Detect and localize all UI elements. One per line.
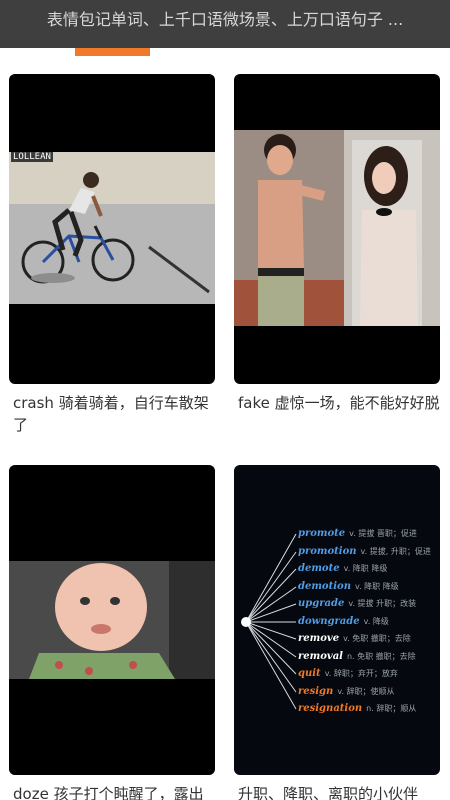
card-caption[interactable]: 升职、降职、离职的小伙伴 — [238, 783, 442, 800]
mindmap-item: resign v. 辞职；使顺从 — [298, 686, 395, 697]
mindmap-item: remove v. 免职 撤职；去除 — [298, 633, 411, 644]
cyclist-illustration — [21, 172, 210, 294]
mindmap-item: upgrade v. 提拔 升职；改装 — [298, 598, 417, 609]
gif-thumbnail[interactable] — [234, 74, 440, 384]
gif-thumbnail[interactable]: LOLLEAN — [9, 74, 215, 384]
mindmap-item: downgrade v. 降级 — [298, 616, 389, 627]
mindmap-item: demotion v. 降职 降级 — [298, 581, 399, 592]
mindmap-item: removal n. 免职 撤职；去除 — [298, 651, 416, 662]
card-caption[interactable]: fake 虚惊一场，能不能好好脱 — [238, 392, 442, 414]
couple-scene-image — [234, 130, 440, 326]
mindmap-item: promote v. 提拔 晋职；促进 — [298, 528, 417, 539]
mindmap-item: demote v. 降职 降级 — [298, 563, 388, 574]
baby-scene-image — [9, 561, 215, 679]
mindmap-item: resignation n. 辞职；顺从 — [298, 703, 417, 714]
bike-scene-image: LOLLEAN — [9, 152, 215, 304]
card-caption[interactable]: doze 孩子打个盹醒了，露出 — [13, 783, 217, 800]
gif-thumbnail[interactable] — [9, 465, 215, 775]
header-title: 表情包记单词、上千口语微场景、上万口语句子 ... — [0, 0, 450, 48]
mindmap-item: quit v. 辞职；弃开；放弃 — [298, 668, 398, 679]
card-caption[interactable]: crash 骑着骑着，自行车散架了 — [13, 392, 217, 436]
mindmap-item: promotion v. 提拔, 升职；促进 — [298, 546, 431, 557]
tab-active-indicator — [75, 48, 150, 56]
mindmap-thumbnail[interactable]: promote v. 提拔 晋职；促进 promotion v. 提拔, 升职；促进… — [234, 465, 440, 775]
